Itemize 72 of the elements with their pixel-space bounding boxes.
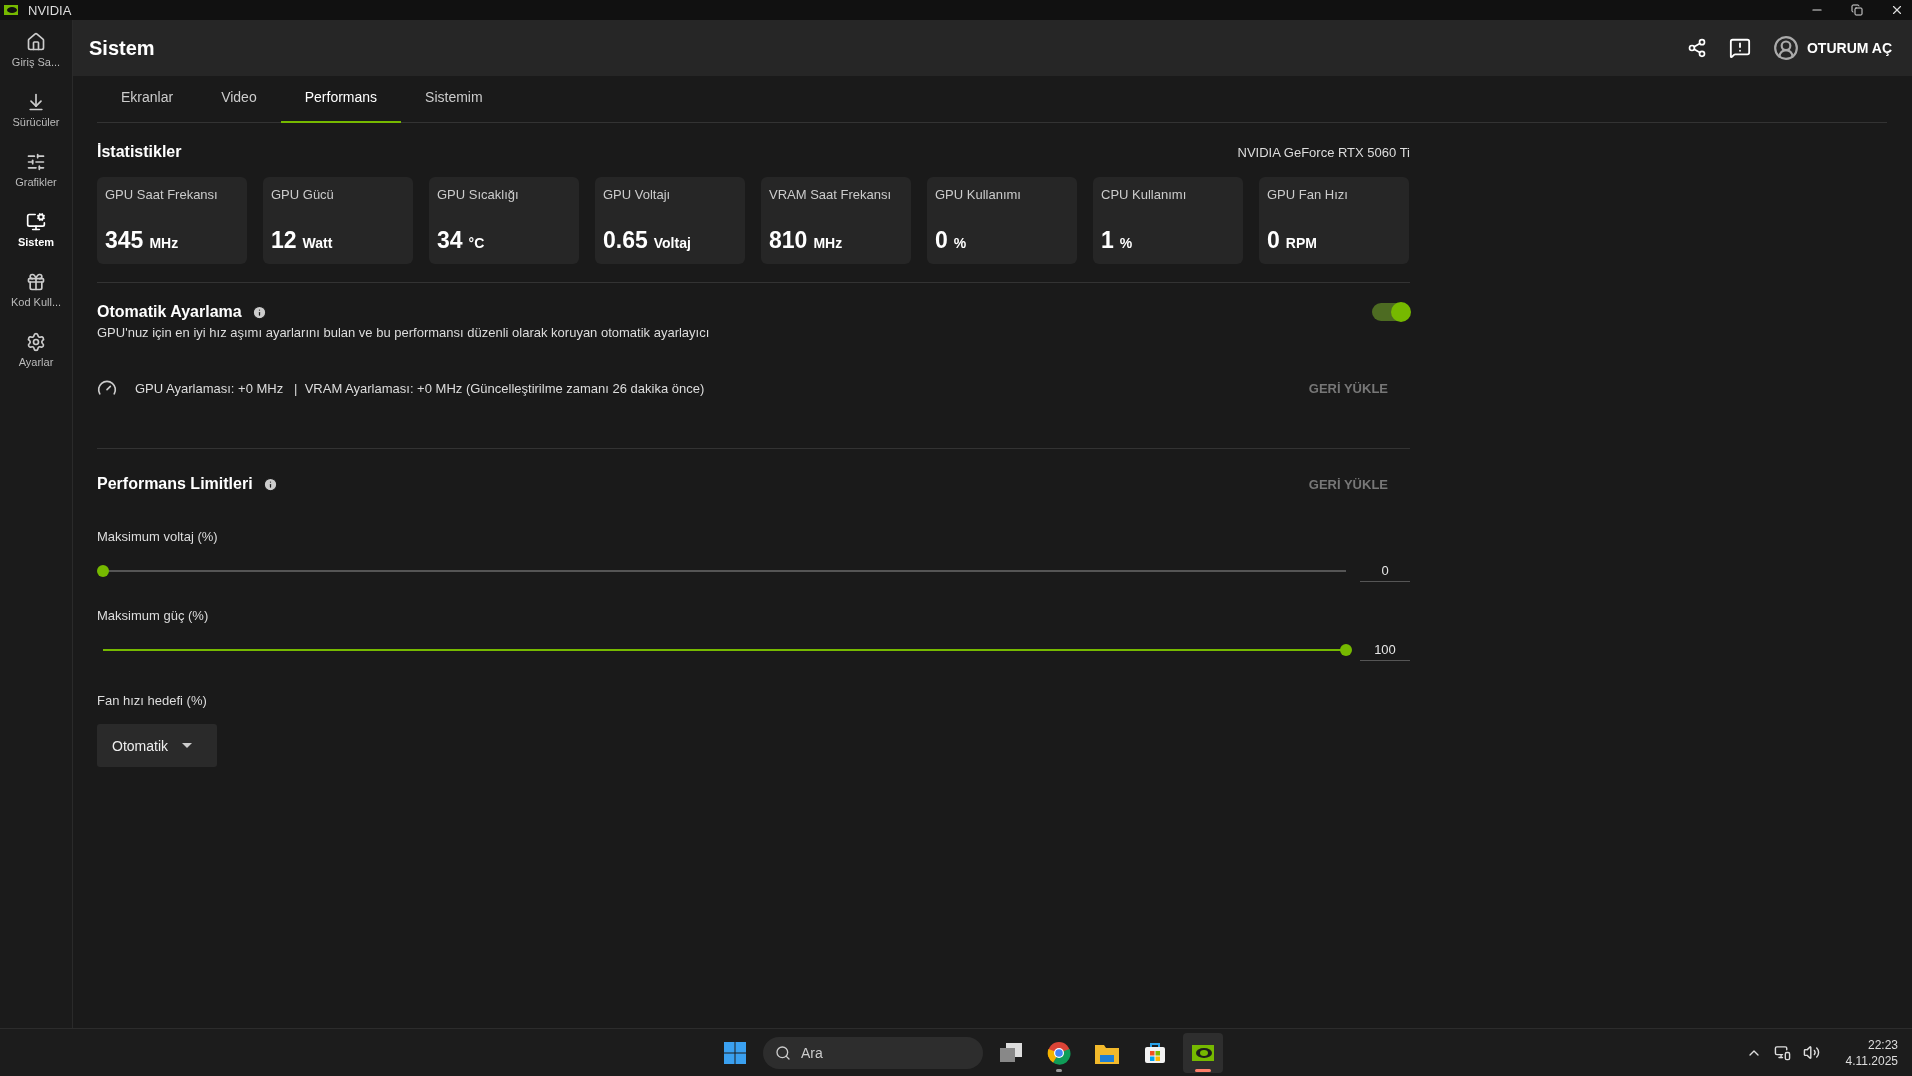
stat-value: 810 MHz bbox=[769, 227, 844, 254]
stat-value: 12 Watt bbox=[271, 227, 334, 254]
sidebar-item[interactable]: Sürücüler bbox=[0, 88, 72, 132]
stat-label: GPU Kullanımı bbox=[935, 187, 1022, 202]
network-icon[interactable] bbox=[1773, 1044, 1791, 1061]
stat-label: GPU Gücü bbox=[271, 187, 335, 202]
stat-label: CPU Kullanımı bbox=[1101, 187, 1188, 202]
stat-label: VRAM Saat Frekansı bbox=[769, 187, 893, 202]
info-icon bbox=[262, 476, 278, 492]
gpu-name: NVIDIA GeForce RTX 5060 Ti bbox=[1237, 144, 1410, 160]
tuning-status: GPU Ayarlaması: +0 MHz | VRAM Ayarlaması: +0 MHz (Güncelleştirilme zamanı 26 dakika önce) bbox=[135, 380, 705, 396]
stat-value: 34 °C bbox=[437, 227, 486, 254]
close-icon bbox=[1890, 3, 1904, 17]
description: GPU'nuz için en iyi hız aşımı ayarlarını bulan ve bu performansı düzenli olarak koruyan otomatik ayarlayıcı bbox=[97, 325, 711, 340]
stat-label: GPU Fan Hızı bbox=[1267, 187, 1349, 202]
tab[interactable]: Video bbox=[197, 86, 281, 123]
share-icon bbox=[1686, 38, 1707, 58]
stat-label: GPU Saat Frekansı bbox=[105, 187, 219, 202]
monitor-icon bbox=[26, 212, 46, 232]
slider-label: Maksimum güç (%) bbox=[97, 608, 210, 623]
home-icon bbox=[26, 32, 46, 52]
sliders-icon bbox=[26, 152, 46, 172]
section-title: Performans Limitleri bbox=[97, 475, 253, 493]
restore-icon bbox=[1851, 4, 1863, 16]
stat-value: 345 MHz bbox=[105, 227, 180, 254]
stat-value: 1 % bbox=[1101, 227, 1134, 254]
stat-value: 0 % bbox=[935, 227, 968, 254]
volume-icon[interactable] bbox=[1802, 1044, 1820, 1061]
stat-label: GPU Sıcaklığı bbox=[437, 187, 520, 202]
sidebar-item[interactable]: Ayarlar bbox=[0, 328, 72, 372]
app-name: NVIDIA bbox=[28, 2, 73, 18]
stat-label: GPU Voltajı bbox=[603, 187, 672, 202]
sign-in-button[interactable]: OTURUM AÇ bbox=[1772, 35, 1892, 61]
gauge-icon bbox=[97, 378, 117, 398]
caret-icon bbox=[182, 743, 192, 748]
settings-icon bbox=[26, 332, 46, 352]
sidebar-item[interactable]: Grafikler bbox=[0, 148, 72, 192]
sidebar-item[interactable]: Giriş Sa... bbox=[0, 28, 72, 72]
user-icon bbox=[1772, 35, 1799, 61]
section-title: Otomatik Ayarlama bbox=[97, 303, 242, 321]
eye-logo-icon bbox=[1192, 1045, 1214, 1061]
value-field[interactable]: 0 bbox=[1360, 560, 1410, 582]
feedback-icon bbox=[1728, 37, 1751, 59]
page-title: Sistem bbox=[89, 36, 156, 60]
restore-button[interactable]: GERİ YÜKLE bbox=[1302, 379, 1394, 397]
tab[interactable]: Ekranlar bbox=[97, 86, 198, 123]
dropdown[interactable]: Otomatik bbox=[97, 724, 217, 767]
gift-icon bbox=[26, 272, 46, 292]
eye-logo-icon bbox=[4, 5, 18, 15]
sidebar-item[interactable]: Kod Kull... bbox=[0, 268, 72, 312]
tab[interactable]: Sistemim bbox=[401, 86, 507, 123]
folder-icon bbox=[1095, 1042, 1119, 1064]
taskbar-app[interactable] bbox=[1183, 1033, 1223, 1073]
tab[interactable]: Performans bbox=[280, 86, 402, 123]
store-icon bbox=[1144, 1042, 1166, 1064]
search-field[interactable]: Ara bbox=[763, 1037, 983, 1069]
sidebar-item[interactable]: Sistem bbox=[0, 208, 72, 252]
download-icon bbox=[26, 92, 46, 112]
feedback-button[interactable] bbox=[1728, 37, 1751, 59]
value-field[interactable]: 100 bbox=[1360, 639, 1410, 661]
slider-label: Maksimum voltaj (%) bbox=[97, 529, 219, 544]
search-icon bbox=[775, 1045, 791, 1061]
stat-value: 0.65 Voltaj bbox=[603, 227, 692, 254]
clock[interactable]: 22:23 4.11.2025 bbox=[1845, 1037, 1898, 1068]
toggle-switch[interactable] bbox=[1372, 303, 1410, 321]
section-title: İstatistikler bbox=[97, 143, 182, 161]
stat-value: 0 RPM bbox=[1267, 227, 1318, 254]
info-icon bbox=[251, 304, 267, 320]
browser-icon bbox=[1047, 1041, 1071, 1065]
restore-button[interactable]: GERİ YÜKLE bbox=[1302, 475, 1394, 493]
dropdown-label: Fan hızı hedefi (%) bbox=[97, 693, 208, 708]
share-button[interactable] bbox=[1686, 38, 1707, 58]
